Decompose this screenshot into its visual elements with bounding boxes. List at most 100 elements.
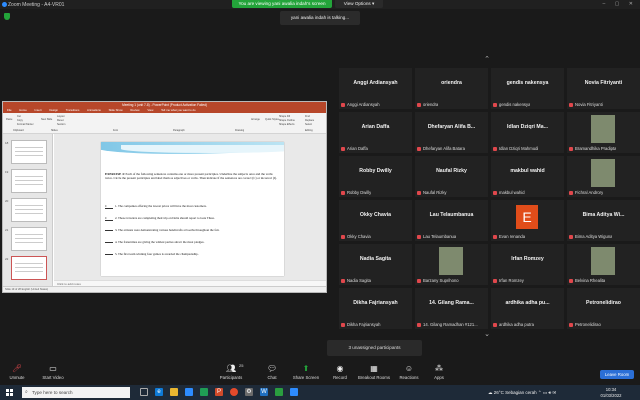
window-controls[interactable]: – ▢ ✕ [603, 1, 637, 7]
participant-display-name: Naufal Rizky [436, 168, 467, 174]
taskbar-search-box[interactable]: ⌕ Type here to search [22, 387, 130, 398]
tab-slide-show[interactable]: Slide Show [109, 108, 123, 112]
ribbon-quick-styles[interactable]: Quick Styles [265, 118, 279, 121]
chat-button[interactable]: 💬︎ Chat [262, 362, 282, 385]
chrome-taskbar-icon[interactable] [230, 388, 238, 396]
participant-tile[interactable]: E Evan renanda [491, 200, 564, 241]
participant-tile[interactable]: makbul wahid makbul wahid [491, 156, 564, 197]
powerpoint-taskbar-icon[interactable]: P [215, 388, 223, 396]
ribbon-cut[interactable]: Cut [17, 115, 21, 118]
gallery-prev-page-icon[interactable]: ⌃ [477, 56, 497, 64]
settings-taskbar-icon[interactable]: ⚙ [245, 388, 253, 396]
tell-me-search[interactable]: Tell me what you want to do [161, 108, 196, 112]
slide-thumbnail-selected[interactable]: 22 [5, 256, 47, 280]
ribbon-section[interactable]: Section [57, 123, 65, 126]
ribbon-paste[interactable]: Paste [6, 118, 12, 121]
participant-tile[interactable]: Okky Chavia Okky Chavia [339, 200, 412, 241]
participant-tile[interactable]: Robby Dwilly Robby Dwilly [339, 156, 412, 197]
participant-tile[interactable]: gendis nakensya gendis nakensya [491, 68, 564, 109]
zoom-taskbar-icon[interactable] [185, 388, 193, 396]
participant-display-name: makbul wahid [510, 168, 545, 174]
participant-tile[interactable]: Lau Telaumbanua Lau Telaumbanua [415, 200, 488, 241]
ribbon-arrange[interactable]: Arrange [251, 118, 260, 121]
participant-tile[interactable]: Barzany Suprihono [415, 244, 488, 285]
system-tray[interactable]: ☁ 26°C Sebagian cerah ⌃ ▭ 🔊︎ ✉ [488, 387, 556, 398]
ribbon-shape-outline[interactable]: Shape Outline [279, 119, 295, 122]
participant-tile[interactable]: Bima Aditya Wi... Bima Aditya Wiguna [567, 200, 640, 241]
tab-review[interactable]: Review [130, 108, 139, 112]
unmute-button[interactable]: 🎤︎ Unmute [4, 362, 30, 385]
participant-display-name: Petronelidirao [586, 300, 621, 306]
ribbon-new-slide[interactable]: New Slide [41, 118, 52, 121]
video-off-icon: ▭ [49, 364, 57, 373]
slide-number: 18 [5, 141, 9, 145]
start-video-button[interactable]: ▭ Start Video [38, 362, 68, 385]
apps-button[interactable]: ⁂ Apps [430, 362, 448, 385]
gallery-next-page-icon[interactable]: ⌄ [477, 331, 497, 339]
slide-thumbnail[interactable]: 21 [5, 227, 47, 251]
record-button[interactable]: ◉ Record [330, 362, 350, 385]
view-options-label: View Options [343, 1, 371, 6]
ribbon-copy[interactable]: Copy [17, 119, 23, 122]
sentence-number: 2. [115, 216, 118, 220]
tab-design[interactable]: Design [49, 108, 58, 112]
participant-tile[interactable]: Anggi Ardiansyah Anggi Ardiansyah [339, 68, 412, 109]
slide-thumbnail[interactable]: 18 [5, 140, 47, 164]
tab-view[interactable]: View [147, 108, 153, 112]
participant-tile[interactable]: Fichral Androry [567, 156, 640, 197]
participant-name-label: Idlan Dziqri Mahmudi [499, 146, 539, 151]
reactions-button[interactable]: ☺ Reactions [397, 362, 421, 385]
participant-tile[interactable]: Idlan Dziqri Ma... Idlan Dziqri Mahmudi [491, 112, 564, 153]
tab-home[interactable]: Home [19, 108, 26, 112]
participant-tile[interactable]: Arian Daffa Arian Daffa [339, 112, 412, 153]
participant-tile[interactable]: oriendra oriendra [415, 68, 488, 109]
windows-start-icon[interactable] [6, 389, 13, 396]
tab-insert[interactable]: Insert [35, 108, 42, 112]
whatsapp-taskbar-icon[interactable] [275, 388, 283, 396]
unassigned-participants-notice[interactable]: 3 unassigned participants [327, 340, 422, 356]
muted-mic-icon [341, 146, 345, 151]
security-shield-icon[interactable] [4, 13, 10, 20]
zoom-meeting-taskbar-icon[interactable] [290, 388, 298, 396]
share-screen-button[interactable]: ⬆ Share Screen [290, 362, 322, 385]
ribbon-find[interactable]: Find [305, 115, 310, 118]
task-view-icon[interactable] [140, 388, 148, 396]
ribbon-reset[interactable]: Reset [57, 119, 64, 122]
participant-tile[interactable]: Dikha Fajriansyah Dikha Fajriansyah [339, 288, 412, 329]
word-taskbar-icon[interactable]: W [260, 388, 268, 396]
participant-tile[interactable]: Novia Fitriyanti Novia Fitriyanti [567, 68, 640, 109]
taskbar-clock[interactable]: 10:34 01/03/2022 [598, 387, 624, 398]
ribbon-shape-fill[interactable]: Shape Fill [279, 115, 290, 118]
ribbon-select[interactable]: Select [305, 123, 312, 126]
participant-display-name: Dikha Fajriansyah [353, 300, 398, 306]
slide-thumbnail[interactable]: 20 [5, 198, 47, 222]
ribbon-group-paragraph: Paragraph [173, 129, 185, 132]
meeting-toolbar: 🎤︎ Unmute ▭ Start Video 👥︎ Participants 25 … [0, 362, 640, 385]
file-explorer-icon[interactable] [170, 388, 178, 396]
participant-tile[interactable]: 14. Gilang Rama... 14. Gilang Ramadhan #1… [415, 288, 488, 329]
slide-thumbnail[interactable]: 19 [5, 169, 47, 193]
breakout-rooms-button[interactable]: ▦ Breakout Rooms [356, 362, 392, 385]
participant-tile[interactable]: Nadia Sagita Nadia Sagita [339, 244, 412, 285]
ribbon-replace[interactable]: Replace [305, 119, 314, 122]
participant-tile[interactable]: Bramandhika Pradipta [567, 112, 640, 153]
participant-tile[interactable]: Dhefaryan Alifa B... Dhefaryan Alifa Bata… [415, 112, 488, 153]
current-slide[interactable]: EXERCISE 4: Each of the following senten… [101, 142, 284, 276]
ribbon-layout[interactable]: Layout [57, 115, 65, 118]
ribbon-shape-effects[interactable]: Shape Effects [279, 123, 295, 126]
answer-mark [105, 254, 113, 255]
chat-label: Chat [267, 375, 277, 380]
participant-tile[interactable]: Naufal Rizky Naufal Rizky [415, 156, 488, 197]
tab-animations[interactable]: Animations [87, 108, 101, 112]
ribbon-format-painter[interactable]: Format Painter [17, 123, 34, 126]
app-taskbar-icon[interactable] [200, 388, 208, 396]
leave-room-button[interactable]: Leave Room [600, 370, 634, 379]
edge-browser-icon[interactable]: e [155, 388, 163, 396]
tab-transitions[interactable]: Transitions [66, 108, 80, 112]
participant-tile[interactable]: ardhika adha pu... ardhika adha putra [491, 288, 564, 329]
participant-tile[interactable]: Irfan Romzey Irfan Romzey [491, 244, 564, 285]
participant-tile[interactable]: Belvina Rhealita [567, 244, 640, 285]
view-options-button[interactable]: View Options ▾ [335, 0, 383, 8]
tab-file[interactable]: File [7, 108, 12, 112]
participant-tile[interactable]: Petronelidirao Petronelidirao [567, 288, 640, 329]
